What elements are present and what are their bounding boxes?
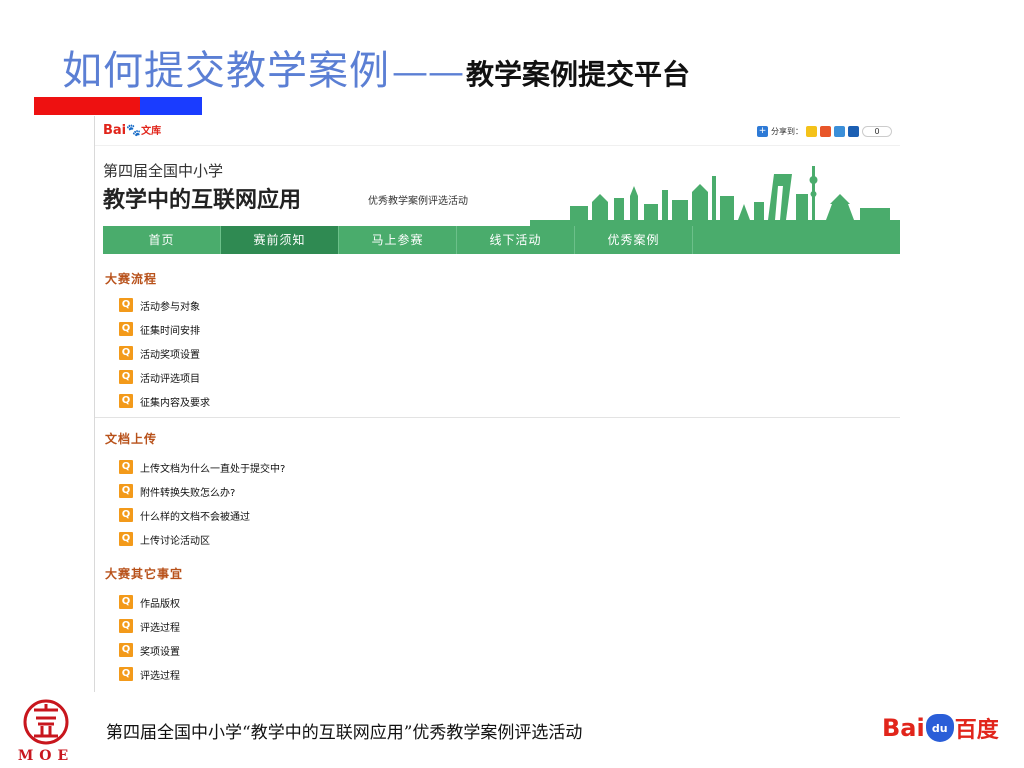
list-item[interactable]: Q 上传讨论活动区 [119, 527, 900, 551]
web-topbar: Bai🐾文库 + 分享到： 0 [95, 116, 900, 146]
baidu-logo: Bai du 百度 [882, 712, 999, 744]
banner-title: 教学中的互联网应用 [103, 188, 302, 213]
question-icon: Q [119, 322, 133, 336]
moe-logo: MOE [18, 699, 74, 764]
section-upload: 文档上传 Q 上传文档为什么一直处于提交中? Q 附件转换失败怎么办? Q 什么样的文… [95, 430, 900, 551]
question-icon: Q [119, 298, 133, 312]
section-heading: 文档上传 [105, 432, 158, 446]
baidu-logo-baidu: 百度 [954, 718, 999, 743]
list-item-label: 上传讨论活动区 [140, 535, 210, 547]
list-item-label: 作品版权 [140, 598, 180, 610]
baidu-logo-bai: Bai [882, 714, 925, 742]
question-icon: Q [119, 394, 133, 408]
embedded-webpage: Bai🐾文库 + 分享到： 0 第四届全国中小学 教学中的互联网应用 优秀教学案… [94, 116, 900, 692]
nav-excellent-cases[interactable]: 优秀案例 [575, 226, 693, 254]
list-item-label: 附件转换失败怎么办? [140, 487, 236, 499]
nav-offline-events[interactable]: 线下活动 [457, 226, 575, 254]
list-item[interactable]: Q 评选过程 [119, 662, 900, 686]
list-item-label: 征集内容及要求 [140, 397, 210, 409]
banner: 第四届全国中小学 教学中的互联网应用 优秀教学案例评选活动 [95, 146, 900, 226]
sina-icon[interactable] [820, 126, 831, 137]
douban-icon[interactable] [848, 126, 859, 137]
section-heading: 大赛其它事宜 [105, 567, 184, 581]
list-item-label: 奖项设置 [140, 646, 180, 658]
footer-text: 第四届全国中小学“教学中的互联网应用”优秀教学案例评选活动 [106, 723, 583, 743]
nav-enter-now[interactable]: 马上参赛 [339, 226, 457, 254]
paw-icon: du [925, 714, 954, 742]
nav-home[interactable]: 首页 [103, 226, 221, 254]
share-plus-icon[interactable]: + [757, 126, 768, 137]
banner-superscript: 第四届全国中小学 [103, 162, 224, 180]
question-icon: Q [119, 532, 133, 546]
slide-subtitle: 教学案例提交平台 [466, 58, 691, 91]
section-process: 大赛流程 Q 活动参与对象 Q 征集时间安排 Q 活动奖项设置 Q 活动评选项目 Q 征集… [95, 270, 900, 418]
slide-title-main: 如何提交教学案例 [62, 48, 390, 94]
question-icon: Q [119, 346, 133, 360]
share-count: 0 [862, 126, 892, 137]
list-item[interactable]: Q 奖项设置 [119, 638, 900, 662]
question-icon: Q [119, 484, 133, 498]
section-heading: 大赛流程 [105, 272, 158, 286]
nav-pre-contest[interactable]: 赛前须知 [221, 226, 339, 254]
list-item-label: 活动评选项目 [140, 373, 200, 385]
section-other: 大赛其它事宜 Q 作品版权 Q 评选过程 Q 奖项设置 Q 评选过程 [95, 565, 900, 686]
baidu-wenku-logo[interactable]: Bai🐾文库 [103, 122, 161, 138]
list-item[interactable]: Q 活动奖项设置 [119, 341, 900, 365]
decor-bar-blue [140, 97, 202, 115]
list-item[interactable]: Q 征集内容及要求 [119, 389, 900, 413]
list-item[interactable]: Q 上传文档为什么一直处于提交中? [119, 455, 900, 479]
decor-bar-red [34, 97, 140, 115]
question-icon: Q [119, 508, 133, 522]
list-item-label: 评选过程 [140, 622, 180, 634]
renren-icon[interactable] [834, 126, 845, 137]
slide-title-dash: —— [392, 52, 464, 93]
list-item-label: 什么样的文档不会被通过 [140, 511, 250, 523]
list-item-label: 评选过程 [140, 670, 180, 682]
main-nav: 首页 赛前须知 马上参赛 线下活动 优秀案例 [103, 226, 900, 254]
share-label: 分享到： [771, 127, 803, 136]
list-item[interactable]: Q 评选过程 [119, 614, 900, 638]
banner-tagline: 优秀教学案例评选活动 [368, 196, 468, 207]
question-icon: Q [119, 370, 133, 384]
qzone-icon[interactable] [806, 126, 817, 137]
wenku-logo-bai: Bai [103, 123, 127, 138]
list-item-label: 活动参与对象 [140, 301, 200, 313]
list-item-label: 上传文档为什么一直处于提交中? [140, 463, 286, 475]
list-item[interactable]: Q 什么样的文档不会被通过 [119, 503, 900, 527]
divider [95, 417, 900, 418]
question-icon: Q [119, 460, 133, 474]
list-item[interactable]: Q 作品版权 [119, 590, 900, 614]
list-item[interactable]: Q 征集时间安排 [119, 317, 900, 341]
question-icon: Q [119, 595, 133, 609]
paw-icon: 🐾 [126, 123, 142, 137]
question-icon: Q [119, 667, 133, 681]
slide-title: 如何提交教学案例 —— 教学案例提交平台 [62, 38, 690, 96]
city-skyline-image [530, 166, 900, 226]
question-icon: Q [119, 619, 133, 633]
list-item[interactable]: Q 附件转换失败怎么办? [119, 479, 900, 503]
wenku-logo-text: 文库 [141, 126, 162, 137]
question-icon: Q [119, 643, 133, 657]
list-item-label: 征集时间安排 [140, 325, 200, 337]
list-item-label: 活动奖项设置 [140, 349, 200, 361]
moe-text: MOE [18, 748, 74, 764]
list-item[interactable]: Q 活动评选项目 [119, 365, 900, 389]
list-item[interactable]: Q 活动参与对象 [119, 293, 900, 317]
share-bar: + 分享到： 0 [757, 126, 892, 137]
